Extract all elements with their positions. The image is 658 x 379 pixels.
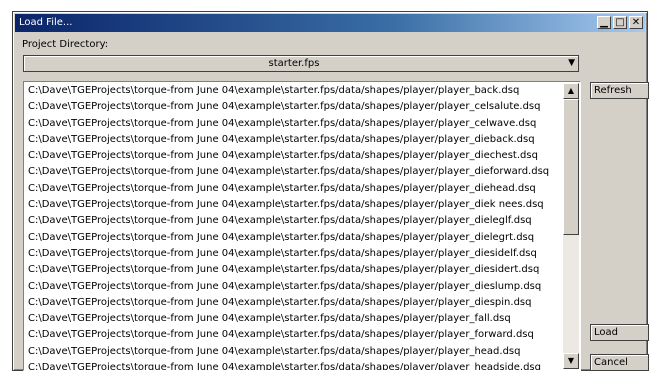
scroll-thumb[interactable] [563, 99, 579, 235]
file-list-rows: C:\Dave\TGEProjects\torque-from June 04\… [28, 83, 560, 370]
window-title: Load File... [19, 17, 73, 28]
refresh-button[interactable]: Refresh [590, 82, 649, 99]
close-button[interactable]: ✕ [629, 16, 643, 29]
file-list-item[interactable]: C:\Dave\TGEProjects\torque-from June 04\… [28, 311, 560, 327]
project-directory-label: Project Directory: [22, 39, 109, 50]
file-list-item[interactable]: C:\Dave\TGEProjects\torque-from June 04\… [28, 116, 560, 132]
file-list-item[interactable]: C:\Dave\TGEProjects\torque-from June 04\… [28, 213, 560, 229]
file-list-item[interactable]: C:\Dave\TGEProjects\torque-from June 04\… [28, 295, 560, 311]
cancel-button[interactable]: Cancel [590, 354, 649, 371]
file-list-item[interactable]: C:\Dave\TGEProjects\torque-from June 04\… [28, 230, 560, 246]
file-list-item[interactable]: C:\Dave\TGEProjects\torque-from June 04\… [28, 132, 560, 148]
file-list-item[interactable]: C:\Dave\TGEProjects\torque-from June 04\… [28, 181, 560, 197]
scroll-down-icon[interactable]: ▼ [563, 353, 579, 369]
file-list-item[interactable]: C:\Dave\TGEProjects\torque-from June 04\… [28, 246, 560, 262]
file-list-item[interactable]: C:\Dave\TGEProjects\torque-from June 04\… [28, 164, 560, 180]
dropdown-arrow-icon: ▼ [568, 58, 575, 68]
file-list-item[interactable]: C:\Dave\TGEProjects\torque-from June 04\… [28, 327, 560, 343]
file-list[interactable]: C:\Dave\TGEProjects\torque-from June 04\… [23, 81, 581, 371]
load-button[interactable]: Load [590, 324, 649, 341]
project-directory-value: starter.fps [268, 58, 320, 69]
maximize-button[interactable]: □ [613, 16, 627, 29]
file-list-item[interactable]: C:\Dave\TGEProjects\torque-from June 04\… [28, 344, 560, 360]
file-list-item[interactable]: C:\Dave\TGEProjects\torque-from June 04\… [28, 279, 560, 295]
file-list-scrollbar[interactable]: ▲ ▼ [563, 83, 579, 369]
file-list-item[interactable]: C:\Dave\TGEProjects\torque-from June 04\… [28, 197, 560, 213]
file-list-item[interactable]: C:\Dave\TGEProjects\torque-from June 04\… [28, 148, 560, 164]
minimize-button[interactable]: ▁ [597, 16, 611, 29]
title-bar[interactable]: Load File... ▁ □ ✕ [15, 14, 645, 32]
scroll-up-icon[interactable]: ▲ [563, 83, 579, 99]
file-list-item[interactable]: C:\Dave\TGEProjects\torque-from June 04\… [28, 262, 560, 278]
file-list-item[interactable]: C:\Dave\TGEProjects\torque-from June 04\… [28, 83, 560, 99]
file-list-item[interactable]: C:\Dave\TGEProjects\torque-from June 04\… [28, 360, 560, 370]
file-list-item[interactable]: C:\Dave\TGEProjects\torque-from June 04\… [28, 99, 560, 115]
project-directory-dropdown[interactable]: starter.fps ▼ [23, 55, 579, 72]
load-file-dialog: Load File... ▁ □ ✕ Project Directory: st… [12, 11, 649, 371]
